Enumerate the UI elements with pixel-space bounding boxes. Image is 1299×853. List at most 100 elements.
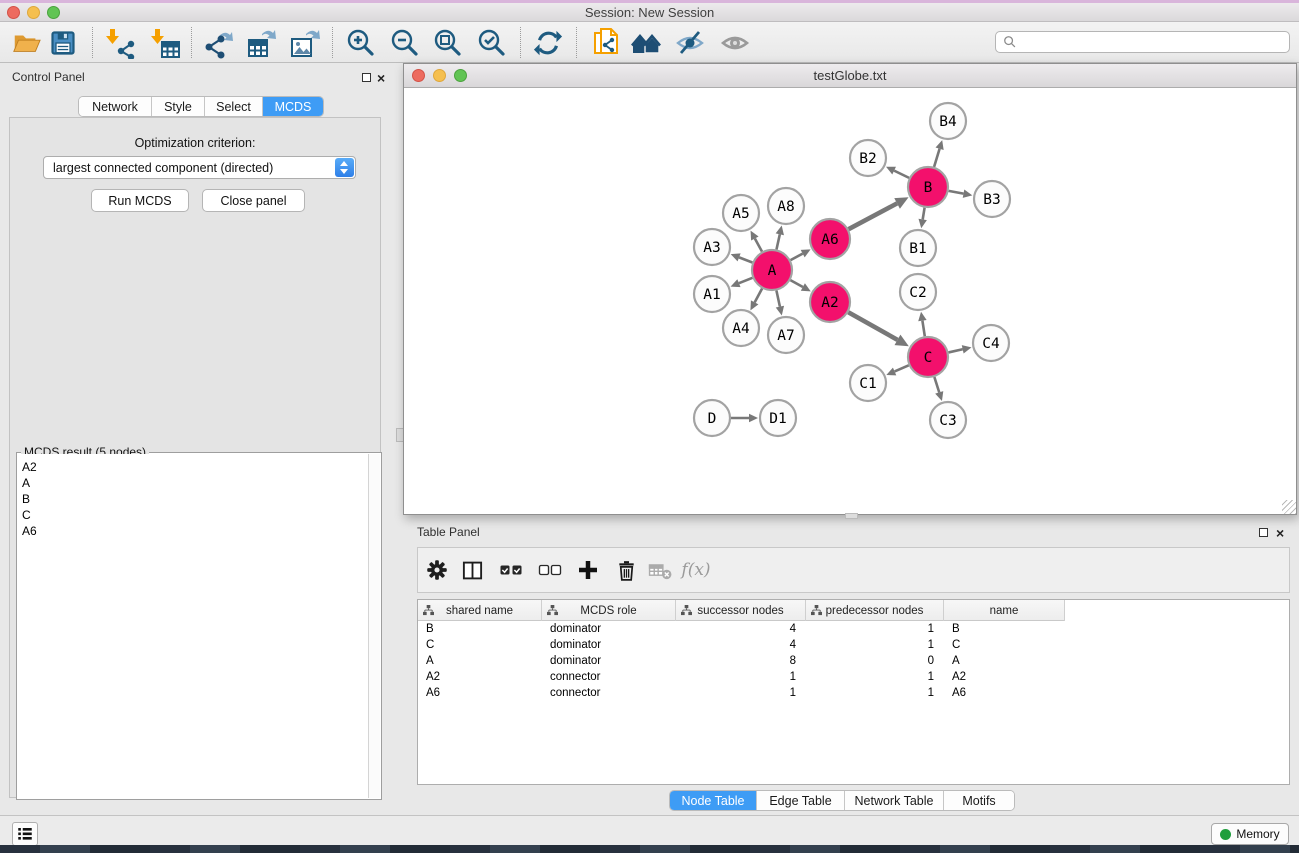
graph-edge-A-A5[interactable] <box>755 238 762 251</box>
mcds-result-item[interactable]: B <box>22 491 368 507</box>
close-panel-button[interactable]: Close panel <box>202 189 305 212</box>
export-table-button[interactable] <box>243 26 279 60</box>
table-cell[interactable]: A <box>418 653 542 669</box>
zoom-selected-button[interactable] <box>474 26 510 60</box>
table-panel-float-button[interactable] <box>1259 528 1268 537</box>
table-cell[interactable]: A <box>944 653 1065 669</box>
table-cell[interactable]: A2 <box>418 669 542 685</box>
graph-edge-B-B1[interactable] <box>923 208 925 220</box>
table-cell[interactable]: 1 <box>806 669 944 685</box>
graph-edge-A-A3[interactable] <box>739 257 752 262</box>
unselect-all-columns-button[interactable] <box>534 554 566 586</box>
delete-columns-button[interactable] <box>610 554 642 586</box>
zoom-in-button[interactable] <box>343 26 379 60</box>
mcds-result-item[interactable]: A <box>22 475 368 491</box>
table-cell[interactable]: 8 <box>676 653 806 669</box>
graph-edge-C-C3[interactable] <box>934 377 939 392</box>
column-header-MCDS-role[interactable]: MCDS role <box>542 600 676 621</box>
table-settings-button[interactable] <box>421 554 453 586</box>
search-field[interactable] <box>995 31 1290 53</box>
graph-edge-B-B2[interactable] <box>894 171 909 178</box>
table-row[interactable]: Bdominator41B <box>418 621 1289 637</box>
table-cell[interactable]: connector <box>542 669 676 685</box>
table-cell[interactable]: 4 <box>676 621 806 637</box>
zoom-out-button[interactable] <box>387 26 423 60</box>
mcds-result-item[interactable]: A6 <box>22 523 368 539</box>
table-cell[interactable]: 1 <box>676 669 806 685</box>
table-body[interactable]: Bdominator41BCdominator41CAdominator80AA… <box>418 621 1289 784</box>
show-column-panel-button[interactable] <box>456 554 488 586</box>
graph-edge-C-C1[interactable] <box>895 365 909 371</box>
select-all-columns-button[interactable] <box>495 554 527 586</box>
window-titlebar[interactable]: Session: New Session <box>0 3 1299 22</box>
tab-select[interactable]: Select <box>205 97 263 116</box>
memory-button[interactable]: Memory <box>1211 823 1289 845</box>
table-cell[interactable]: dominator <box>542 653 676 669</box>
table-cell[interactable]: 1 <box>806 685 944 701</box>
network-window-titlebar[interactable]: testGlobe.txt <box>404 64 1296 88</box>
import-network-button[interactable] <box>102 26 138 60</box>
tab-mcds[interactable]: MCDS <box>263 97 323 116</box>
tab-network-table[interactable]: Network Table <box>845 791 944 810</box>
delete-table-button-disabled[interactable] <box>644 554 676 586</box>
graph-edge-B-B3[interactable] <box>949 191 964 194</box>
table-cell[interactable]: A6 <box>418 685 542 701</box>
table-cell[interactable]: C <box>944 637 1065 653</box>
graph-edge-B-B4[interactable] <box>934 149 939 167</box>
table-row[interactable]: A6connector11A6 <box>418 685 1289 701</box>
mcds-result-list[interactable]: A2ABCA6 <box>18 454 368 798</box>
export-network-button[interactable] <box>200 26 236 60</box>
table-cell[interactable]: B <box>418 621 542 637</box>
import-table-button[interactable] <box>147 26 183 60</box>
table-cell[interactable]: 4 <box>676 637 806 653</box>
mcds-result-scrollbar[interactable] <box>368 454 380 798</box>
zoom-fit-button[interactable] <box>430 26 466 60</box>
table-cell[interactable]: dominator <box>542 637 676 653</box>
show-hidden-button[interactable] <box>717 26 753 60</box>
home-view-button[interactable] <box>629 26 665 60</box>
tab-node-table[interactable]: Node Table <box>670 791 757 810</box>
tab-style[interactable]: Style <box>152 97 205 116</box>
table-cell[interactable]: 1 <box>806 621 944 637</box>
window-resize-grip[interactable] <box>1282 500 1296 514</box>
graph-edge-C-C2[interactable] <box>922 321 924 337</box>
graph-edge-A-A6[interactable] <box>791 254 803 260</box>
hide-selected-button[interactable] <box>672 26 708 60</box>
export-image-button[interactable] <box>286 26 322 60</box>
table-cell[interactable]: B <box>944 621 1065 637</box>
table-row[interactable]: Cdominator41C <box>418 637 1289 653</box>
search-input[interactable] <box>1022 35 1289 49</box>
column-header-predecessor-nodes[interactable]: predecessor nodes <box>806 600 944 621</box>
table-cell[interactable]: A2 <box>944 669 1065 685</box>
table-cell[interactable]: 1 <box>806 637 944 653</box>
mcds-result-item[interactable]: A2 <box>22 459 368 475</box>
table-cell[interactable]: C <box>418 637 542 653</box>
task-history-button[interactable] <box>12 822 38 846</box>
refresh-layout-button[interactable] <box>530 26 566 60</box>
graph-edge-A-A8[interactable] <box>776 234 779 249</box>
criterion-dropdown[interactable]: largest connected component (directed) <box>43 156 356 179</box>
tab-edge-table[interactable]: Edge Table <box>757 791 845 810</box>
tab-motifs[interactable]: Motifs <box>944 791 1014 810</box>
graph-edge-A-A1[interactable] <box>739 278 753 283</box>
table-cell[interactable]: A6 <box>944 685 1065 701</box>
column-header-successor-nodes[interactable]: successor nodes <box>676 600 806 621</box>
table-header-row[interactable]: shared nameMCDS rolesuccessor nodesprede… <box>418 600 1065 621</box>
table-row[interactable]: A2connector11A2 <box>418 669 1289 685</box>
graph-edge-A-A4[interactable] <box>755 289 762 303</box>
table-panel-close-button[interactable]: × <box>1276 527 1284 539</box>
function-builder-button-disabled[interactable]: f(x) <box>680 554 712 586</box>
control-panel-close-button[interactable]: × <box>377 72 385 84</box>
graph-edge-A-A2[interactable] <box>790 280 802 287</box>
table-cell[interactable]: connector <box>542 685 676 701</box>
graph-edge-A6-B[interactable] <box>849 203 898 229</box>
graph-edge-A2-C[interactable] <box>848 312 897 340</box>
mcds-result-item[interactable]: C <box>22 507 368 523</box>
graph-edge-A-A7[interactable] <box>776 291 779 307</box>
table-cell[interactable]: 0 <box>806 653 944 669</box>
control-panel-float-button[interactable] <box>362 73 371 82</box>
tab-network[interactable]: Network <box>79 97 152 116</box>
node-table[interactable]: shared nameMCDS rolesuccessor nodesprede… <box>417 599 1290 785</box>
create-column-button[interactable] <box>572 554 604 586</box>
network-canvas[interactable]: B4B2BB3A5A8A6B1A3AA1C2A2A4A7C4CC1DD1C3 <box>404 88 1296 514</box>
